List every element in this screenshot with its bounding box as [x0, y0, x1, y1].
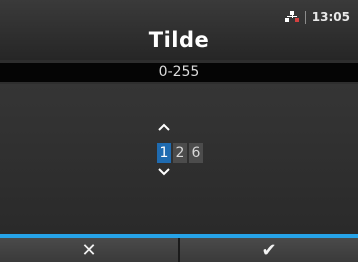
status-bar: 13:05 [284, 10, 350, 24]
chevron-down-icon[interactable] [158, 168, 170, 176]
digit-ones[interactable]: 6 [189, 143, 203, 163]
checkmark-icon: ✔ [261, 239, 277, 261]
network-icon [284, 11, 299, 23]
status-divider [304, 10, 306, 24]
value-digits[interactable]: 1 2 6 [157, 143, 203, 163]
page-title: Tilde [148, 28, 210, 52]
cancel-button[interactable]: ✕ [0, 238, 178, 262]
range-label: 0-255 [0, 63, 358, 82]
chevron-up-icon[interactable] [158, 123, 170, 131]
header: 13:05 Tilde [0, 0, 358, 60]
footer-buttons: ✕ ✔ [0, 234, 358, 262]
screen: 13:05 Tilde 0-255 1 2 6 ✕ ✔ [0, 0, 358, 262]
digit-tens[interactable]: 2 [173, 143, 187, 163]
clock: 13:05 [311, 10, 350, 24]
digit-hundreds[interactable]: 1 [157, 143, 171, 163]
close-icon: ✕ [81, 239, 97, 261]
confirm-button[interactable]: ✔ [178, 238, 358, 262]
